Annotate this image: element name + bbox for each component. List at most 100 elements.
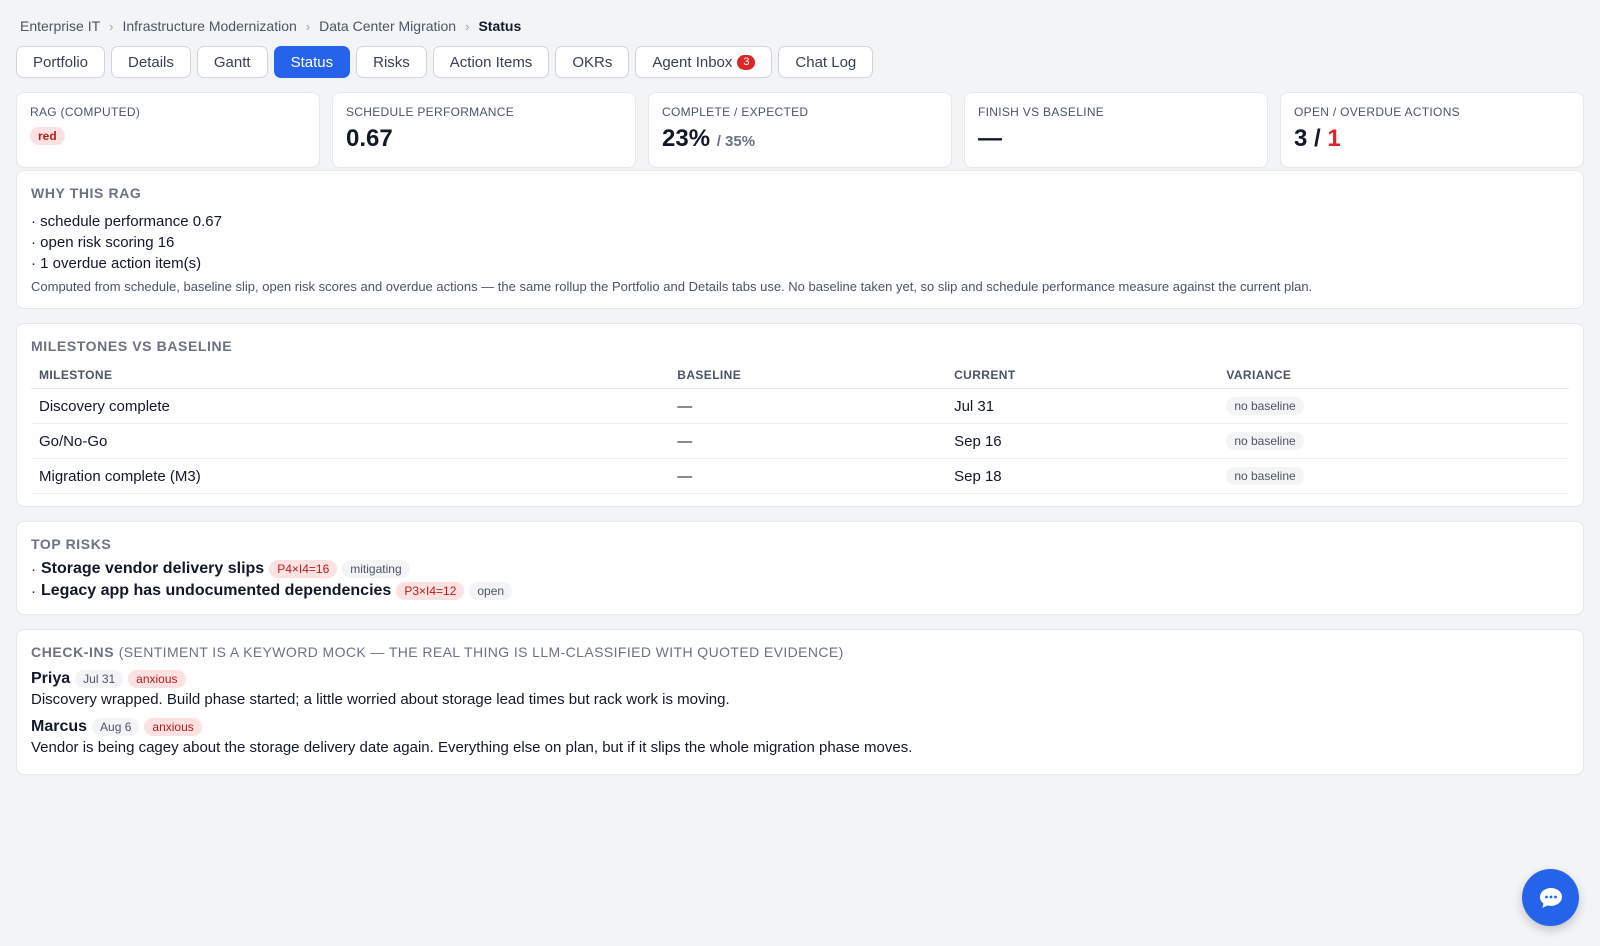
kpi-finish-card: FINISH VS BASELINE — [964, 92, 1268, 168]
milestone-name: Discovery complete [31, 388, 670, 424]
sentiment-badge: anxious [144, 718, 202, 736]
variance-badge: no baseline [1226, 467, 1304, 485]
table-row: Go/No-Go — Sep 16 no baseline [31, 423, 1569, 459]
kpi-label: SCHEDULE PERFORMANCE [346, 105, 515, 119]
kpi-value: 23% / 35% [662, 125, 938, 156]
tab-risks[interactable]: Risks [356, 46, 427, 78]
rag-status-badge: red [30, 127, 65, 145]
breadcrumb-separator-icon: › [465, 18, 470, 34]
panel-title: TOP RISKS [31, 536, 112, 552]
sentiment-badge: anxious [128, 670, 186, 688]
checkin-text: Discovery wrapped. Build phase started; … [31, 691, 730, 708]
variance-badge: no baseline [1226, 432, 1304, 450]
kpi-complete-card: COMPLETE / EXPECTED 23% / 35% [648, 92, 952, 168]
rag-reasons-list: · schedule performance 0.67 · open risk … [31, 211, 1569, 274]
chat-bubble-icon [1539, 887, 1562, 908]
tab-agent-inbox[interactable]: Agent Inbox 3 [635, 46, 773, 78]
milestone-current: Sep 18 [946, 458, 1219, 494]
kpi-label: RAG (COMPUTED) [30, 105, 141, 119]
kpi-value: 0.67 [346, 125, 393, 152]
breadcrumb-item-enterprise-it[interactable]: Enterprise IT [20, 18, 100, 34]
panel-title: MILESTONES VS BASELINE [31, 338, 233, 354]
milestone-name: Migration complete (M3) [31, 458, 670, 494]
kpi-value: 3 / 1 [1294, 125, 1570, 153]
overdue-actions-count: 1 [1327, 125, 1341, 152]
checkin-header: Priya Jul 31 anxious [31, 670, 1569, 688]
risk-status-badge: open [469, 582, 513, 600]
milestone-baseline: — [669, 458, 947, 494]
risk-title[interactable]: Legacy app has undocumented dependencies [41, 582, 391, 600]
table-header-row: MILESTONE BASELINE CURRENT VARIANCE [31, 368, 1569, 389]
milestone-current: Jul 31 [946, 388, 1219, 424]
checkin-header: Marcus Aug 6 anxious [31, 718, 1569, 736]
breadcrumb-separator-icon: › [109, 18, 114, 34]
list-item: · Storage vendor delivery slips P4×I4=16… [31, 560, 1569, 578]
checkin-author: Priya [31, 670, 71, 687]
column-header: VARIANCE [1218, 368, 1569, 389]
tab-gantt[interactable]: Gantt [196, 46, 268, 78]
kpi-schedule-card: SCHEDULE PERFORMANCE 0.67 [332, 92, 636, 168]
risk-title[interactable]: Storage vendor delivery slips [41, 560, 264, 578]
milestone-variance: no baseline [1218, 388, 1569, 424]
why-rag-panel: WHY THIS RAG · schedule performance 0.67… [16, 170, 1584, 309]
breadcrumb-item-project[interactable]: Data Center Migration [319, 18, 456, 34]
tab-label: Action Items [449, 53, 533, 71]
kpi-label: FINISH VS BASELINE [978, 105, 1105, 119]
tab-okrs[interactable]: OKRs [555, 46, 630, 78]
breadcrumb-item-infrastructure[interactable]: Infrastructure Modernization [122, 18, 296, 34]
inbox-count-badge: 3 [737, 54, 756, 70]
kpi-rag-card: RAG (COMPUTED) red [16, 92, 320, 168]
tab-label: Risks [373, 53, 410, 71]
kpi-label: OPEN / OVERDUE ACTIONS [1294, 105, 1460, 119]
checkin-author: Marcus [31, 718, 88, 735]
kpi-row: RAG (COMPUTED) red SCHEDULE PERFORMANCE … [16, 92, 1584, 168]
checkin-date-badge: Aug 6 [92, 718, 140, 736]
bullet: · [31, 560, 36, 578]
risk-score-badge: P3×I4=12 [396, 582, 465, 600]
milestone-baseline: — [669, 423, 947, 459]
breadcrumb-separator-icon: › [305, 18, 311, 34]
checkin-text: Vendor is being cagey about the storage … [31, 739, 913, 756]
breadcrumb: Enterprise IT › Infrastructure Moderniza… [20, 16, 1584, 36]
list-item: · Legacy app has undocumented dependenci… [31, 582, 1569, 600]
tab-label: Agent Inbox [652, 53, 733, 71]
checkin-entry: Marcus Aug 6 anxious Vendor is being cag… [31, 718, 1569, 756]
list-item: · open risk scoring 16 [31, 234, 175, 251]
top-risks-panel: TOP RISKS · Storage vendor delivery slip… [16, 521, 1584, 615]
column-header: MILESTONE [31, 368, 670, 389]
rag-explanation: Computed from schedule, baseline slip, o… [31, 279, 1313, 294]
milestone-variance: no baseline [1218, 458, 1569, 494]
tab-portfolio[interactable]: Portfolio [16, 46, 106, 78]
kpi-actions-card: OPEN / OVERDUE ACTIONS 3 / 1 [1280, 92, 1584, 168]
tab-label: Chat Log [795, 53, 857, 71]
column-header: CURRENT [946, 368, 1219, 389]
risk-score-badge: P4×I4=16 [269, 560, 338, 578]
tab-label: Portfolio [33, 53, 89, 71]
checkin-entry: Priya Jul 31 anxious Discovery wrapped. … [31, 670, 1569, 708]
tab-chat-log[interactable]: Chat Log [778, 46, 874, 78]
tab-action-items[interactable]: Action Items [432, 46, 550, 78]
variance-badge: no baseline [1226, 397, 1304, 415]
checkins-note: (SENTIMENT IS A KEYWORD MOCK — THE REAL … [118, 644, 844, 660]
milestone-baseline: — [669, 388, 947, 424]
column-header: BASELINE [669, 368, 947, 389]
tab-bar: Portfolio Details Gantt Status Risks Act… [16, 46, 1584, 78]
tab-label: Status [290, 53, 334, 71]
status-page: Enterprise IT › Infrastructure Moderniza… [0, 0, 1600, 775]
complete-percent: 23% [662, 125, 711, 152]
panel-title: WHY THIS RAG [31, 185, 142, 201]
list-item: · schedule performance 0.67 [31, 213, 222, 230]
chat-button[interactable] [1522, 869, 1579, 926]
panel-title: CHECK-INS (SENTIMENT IS A KEYWORD MOCK —… [31, 644, 1569, 660]
expected-percent: / 35% [716, 133, 756, 150]
milestone-current: Sep 16 [946, 423, 1219, 459]
tab-label: Details [128, 53, 174, 71]
tab-status[interactable]: Status [273, 46, 351, 78]
tab-details[interactable]: Details [111, 46, 191, 78]
checkins-title: CHECK-INS [31, 644, 115, 660]
kpi-value: — [978, 125, 1002, 152]
kpi-label: COMPLETE / EXPECTED [662, 105, 809, 119]
bullet: · [31, 582, 36, 600]
checkins-panel: CHECK-INS (SENTIMENT IS A KEYWORD MOCK —… [16, 629, 1584, 775]
milestone-variance: no baseline [1218, 423, 1569, 459]
